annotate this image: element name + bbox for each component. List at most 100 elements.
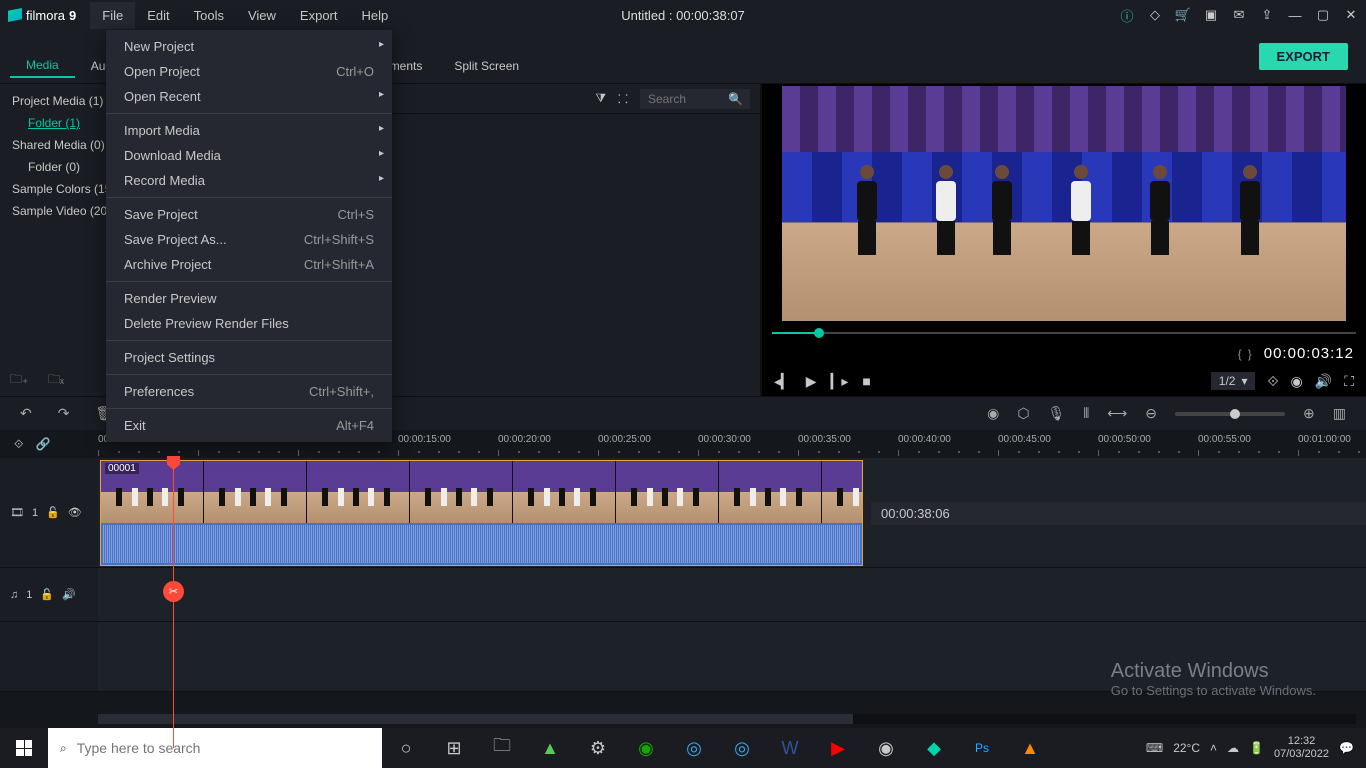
- menuitem-new-project[interactable]: New Project: [106, 34, 392, 59]
- sidebar-item[interactable]: Sample Colors (15): [0, 178, 116, 200]
- notifications-icon[interactable]: 💬: [1339, 741, 1354, 755]
- tab-media[interactable]: Media: [10, 35, 75, 78]
- stop-icon[interactable]: ■: [862, 373, 870, 389]
- menuitem-save-project[interactable]: Save ProjectCtrl+S: [106, 202, 392, 227]
- taskview-icon[interactable]: ⊞: [430, 728, 478, 768]
- taskbar-clock[interactable]: 12:32 07/03/2022: [1274, 735, 1329, 761]
- sidebar-item[interactable]: Sample Video (20): [0, 200, 116, 222]
- menuitem-preferences[interactable]: PreferencesCtrl+Shift+,: [106, 379, 392, 404]
- video-lane[interactable]: 00001 00:00:38:06: [98, 458, 1366, 568]
- mixer-icon[interactable]: ⫴: [1083, 405, 1089, 422]
- playhead[interactable]: ✂: [173, 458, 174, 748]
- menuitem-project-settings[interactable]: Project Settings: [106, 345, 392, 370]
- menuitem-open-recent[interactable]: Open Recent: [106, 84, 392, 109]
- minimize-icon[interactable]: —: [1288, 8, 1302, 22]
- word-icon[interactable]: W: [766, 728, 814, 768]
- timeline-h-scrollbar[interactable]: [98, 714, 1356, 724]
- snapshot-icon[interactable]: ◉: [1291, 373, 1303, 390]
- mic-icon[interactable]: ⇪: [1260, 8, 1274, 22]
- close-icon[interactable]: ✕: [1344, 8, 1358, 22]
- speed-select[interactable]: 1/2 ▾: [1211, 372, 1256, 390]
- save-icon[interactable]: ▣: [1204, 8, 1218, 22]
- youtube-icon[interactable]: ▶: [814, 728, 862, 768]
- add-folder-icon[interactable]: 🗀₊: [10, 370, 32, 388]
- mark-out-icon[interactable]: }: [1248, 347, 1252, 361]
- info-icon[interactable]: ⓘ: [1120, 8, 1134, 22]
- battery-icon[interactable]: 🔋: [1249, 741, 1264, 755]
- menu-view[interactable]: View: [236, 2, 288, 29]
- menuitem-save-project-as-[interactable]: Save Project As...Ctrl+Shift+S: [106, 227, 392, 252]
- sidebar-item[interactable]: Folder (1): [0, 112, 116, 134]
- export-button[interactable]: EXPORT: [1259, 43, 1348, 70]
- preview-scrubber[interactable]: [772, 325, 1356, 341]
- search-icon[interactable]: 🔍: [728, 92, 743, 106]
- next-frame-icon[interactable]: ▎▸: [831, 373, 849, 390]
- tray-expand-icon[interactable]: ˄: [1210, 741, 1217, 755]
- menuitem-download-media[interactable]: Download Media: [106, 143, 392, 168]
- vlc-icon[interactable]: ▲: [1006, 728, 1054, 768]
- lock-icon[interactable]: 🔓: [46, 506, 60, 519]
- menuitem-record-media[interactable]: Record Media: [106, 168, 392, 193]
- menu-file[interactable]: File: [90, 2, 135, 29]
- maximize-icon[interactable]: ▢: [1316, 8, 1330, 22]
- upwork-icon[interactable]: ◉: [622, 728, 670, 768]
- video-clip[interactable]: 00001: [100, 460, 863, 566]
- volume-icon[interactable]: 🔊: [1315, 373, 1332, 390]
- menuitem-archive-project[interactable]: Archive ProjectCtrl+Shift+A: [106, 252, 392, 277]
- photoshop-icon[interactable]: Ps: [958, 728, 1006, 768]
- account-icon[interactable]: ◇: [1148, 8, 1162, 22]
- audio-lane[interactable]: [98, 568, 1366, 622]
- track-manager-icon[interactable]: ▥: [1333, 405, 1346, 422]
- match-icon[interactable]: ⟐: [14, 437, 23, 452]
- keyboard-icon[interactable]: ⌨: [1146, 741, 1163, 755]
- burn-icon[interactable]: ◉: [862, 728, 910, 768]
- lock-icon[interactable]: 🔓: [40, 588, 54, 601]
- settings-icon[interactable]: ⚙: [574, 728, 622, 768]
- quality-icon[interactable]: ⟐: [1267, 373, 1278, 390]
- taskbar-search-input[interactable]: [77, 740, 370, 756]
- edge2-icon[interactable]: ◎: [718, 728, 766, 768]
- record-vo-icon[interactable]: 🎙: [1048, 405, 1066, 422]
- filter-icon[interactable]: ⧩: [595, 91, 606, 106]
- zoom-in-icon[interactable]: ⊕: [1303, 405, 1315, 422]
- menu-export[interactable]: Export: [288, 2, 350, 29]
- preview-video[interactable]: [782, 86, 1346, 321]
- menu-help[interactable]: Help: [350, 2, 401, 29]
- marker-icon[interactable]: ⬡: [1017, 405, 1029, 422]
- start-button[interactable]: [0, 728, 48, 768]
- remove-folder-icon[interactable]: 🗀ₓ: [48, 370, 70, 388]
- redo-icon[interactable]: ↷: [58, 405, 70, 422]
- menuitem-render-preview[interactable]: Render Preview: [106, 286, 392, 311]
- grid-icon[interactable]: ⸬: [618, 90, 628, 107]
- app-icon[interactable]: ▲: [526, 728, 574, 768]
- zoom-out-icon[interactable]: ⊖: [1145, 405, 1157, 422]
- search-input[interactable]: [648, 92, 728, 106]
- sidebar-item[interactable]: Shared Media (0): [0, 134, 116, 156]
- explorer-icon[interactable]: 🗀: [478, 728, 526, 768]
- prev-frame-icon[interactable]: ◂▎: [774, 373, 792, 390]
- sidebar-item[interactable]: Project Media (1): [0, 90, 116, 112]
- edge-icon[interactable]: ◎: [670, 728, 718, 768]
- link-icon[interactable]: 🔗: [35, 437, 50, 451]
- menu-tools[interactable]: Tools: [182, 2, 236, 29]
- search-field[interactable]: 🔍: [640, 89, 750, 109]
- sidebar-item[interactable]: Folder (0): [0, 156, 116, 178]
- cart-icon[interactable]: 🛒: [1176, 8, 1190, 22]
- undo-icon[interactable]: ↶: [20, 405, 32, 422]
- zoom-slider[interactable]: [1175, 412, 1285, 416]
- play-icon[interactable]: ▶: [806, 373, 817, 390]
- fit-icon[interactable]: ⟷: [1107, 405, 1127, 422]
- render-icon[interactable]: ◉: [987, 405, 999, 422]
- menu-edit[interactable]: Edit: [135, 2, 181, 29]
- fullscreen-icon[interactable]: ⛶: [1344, 373, 1354, 390]
- mail-icon[interactable]: ✉: [1232, 8, 1246, 22]
- visibility-icon[interactable]: 👁: [68, 506, 82, 519]
- filmora-taskbar-icon[interactable]: ◆: [910, 728, 958, 768]
- menuitem-delete-preview-render-files[interactable]: Delete Preview Render Files: [106, 311, 392, 336]
- mark-in-icon[interactable]: {: [1238, 347, 1242, 361]
- taskbar-search[interactable]: ⌕: [48, 728, 382, 768]
- mute-icon[interactable]: 🔊: [62, 588, 76, 601]
- playhead-cut-icon[interactable]: ✂: [163, 581, 184, 602]
- menuitem-open-project[interactable]: Open ProjectCtrl+O: [106, 59, 392, 84]
- tab-split-screen[interactable]: Split Screen: [438, 36, 535, 77]
